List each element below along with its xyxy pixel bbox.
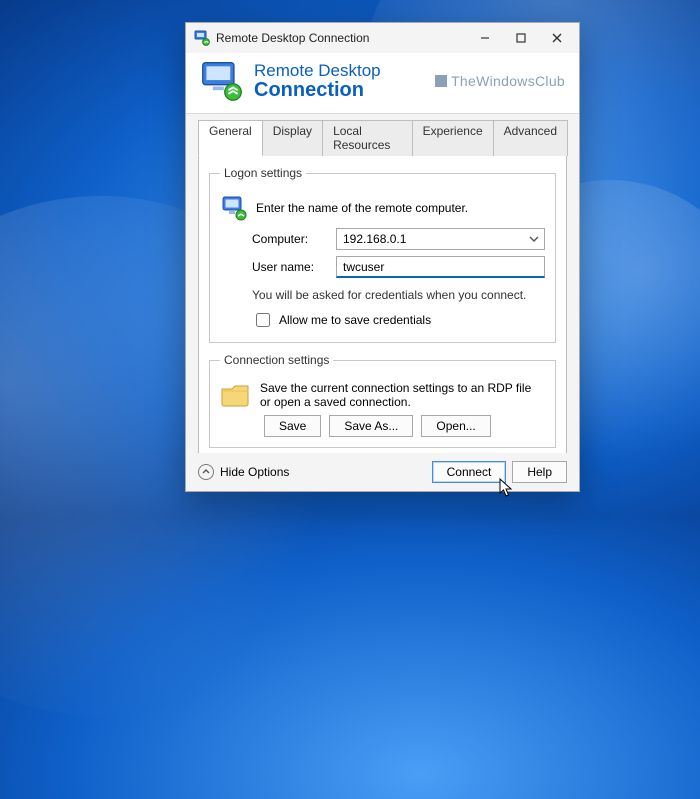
rdp-window: Remote Desktop Connection Remote Desktop… [185,22,580,492]
computer-combo[interactable] [336,228,545,250]
rdp-banner-icon [200,59,244,103]
tab-panel-general: Logon settings Enter the name of the rem… [198,155,567,471]
logon-legend: Logon settings [220,166,306,180]
logon-settings-group: Logon settings Enter the name of the rem… [209,166,556,343]
connection-legend: Connection settings [220,353,333,367]
window-title: Remote Desktop Connection [216,31,467,45]
saveas-button[interactable]: Save As... [329,415,413,437]
hide-options-toggle[interactable]: Hide Options [198,464,289,480]
minimize-button[interactable] [467,24,503,52]
chevron-up-icon [198,464,214,480]
computer-icon [220,194,248,222]
tab-advanced[interactable]: Advanced [493,120,568,156]
connection-settings-group: Connection settings Save the current con… [209,353,556,448]
footer: Hide Options Connect Help [186,453,579,491]
header-line1: Remote Desktop [254,61,381,81]
tabstrip: General Display Local Resources Experien… [198,120,567,156]
close-button[interactable] [539,24,575,52]
help-button[interactable]: Help [512,461,567,483]
open-button[interactable]: Open... [421,415,490,437]
tab-display[interactable]: Display [262,120,323,156]
tab-localres[interactable]: Local Resources [322,120,413,156]
tab-general[interactable]: General [198,120,263,156]
titlebar: Remote Desktop Connection [186,23,579,53]
save-credentials-label: Allow me to save credentials [279,313,431,327]
maximize-button[interactable] [503,24,539,52]
connect-button[interactable]: Connect [432,461,507,483]
chevron-down-icon[interactable] [526,231,542,247]
header-banner: Remote Desktop Connection TheWindowsClub [186,53,579,114]
rdp-app-icon [194,30,210,46]
username-input[interactable] [336,256,545,278]
save-credentials-checkbox[interactable] [256,313,270,327]
tab-experience[interactable]: Experience [412,120,494,156]
computer-label: Computer: [252,232,330,246]
computer-input[interactable] [336,228,545,250]
username-label: User name: [252,260,330,274]
credentials-note: You will be asked for credentials when y… [252,288,545,302]
folder-icon [220,381,252,409]
save-button[interactable]: Save [264,415,321,437]
header-line2: Connection [254,79,381,102]
hide-options-label: Hide Options [220,465,289,479]
connection-desc: Save the current connection settings to … [260,381,545,409]
watermark: TheWindowsClub [435,73,565,89]
logon-hint: Enter the name of the remote computer. [256,201,468,215]
